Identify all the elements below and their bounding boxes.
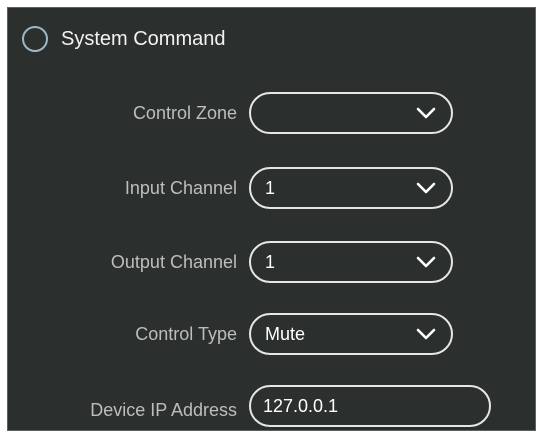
control-type-label: Control Type — [135, 324, 237, 344]
control-zone-label: Control Zone — [132, 103, 237, 123]
chevron-down-icon — [416, 182, 436, 194]
input-channel-value: 1 — [265, 178, 276, 198]
input-channel-label: Input Channel — [124, 178, 237, 198]
input-channel-dropdown[interactable]: 1 — [249, 167, 453, 209]
device-ip-value: 127.0.0.1 — [263, 396, 339, 416]
chevron-down-icon — [416, 256, 436, 268]
radio-circle-icon[interactable] — [22, 26, 48, 52]
chevron-down-icon — [416, 328, 436, 340]
control-type-value: Mute — [265, 324, 306, 344]
panel-title: System Command — [61, 28, 226, 50]
output-channel-dropdown[interactable]: 1 — [249, 241, 453, 283]
chevron-down-icon — [416, 107, 436, 119]
output-channel-value: 1 — [265, 252, 276, 272]
panel-header: System Command — [8, 8, 535, 70]
output-channel-label: Output Channel — [110, 252, 237, 272]
control-zone-dropdown[interactable] — [249, 92, 453, 134]
device-ip-input[interactable]: 127.0.0.1 — [249, 385, 491, 427]
control-type-dropdown[interactable]: Mute — [249, 313, 453, 355]
device-ip-label: Device IP Address — [90, 400, 237, 420]
system-command-panel: System Command Control Zone Input Channe… — [7, 7, 536, 431]
